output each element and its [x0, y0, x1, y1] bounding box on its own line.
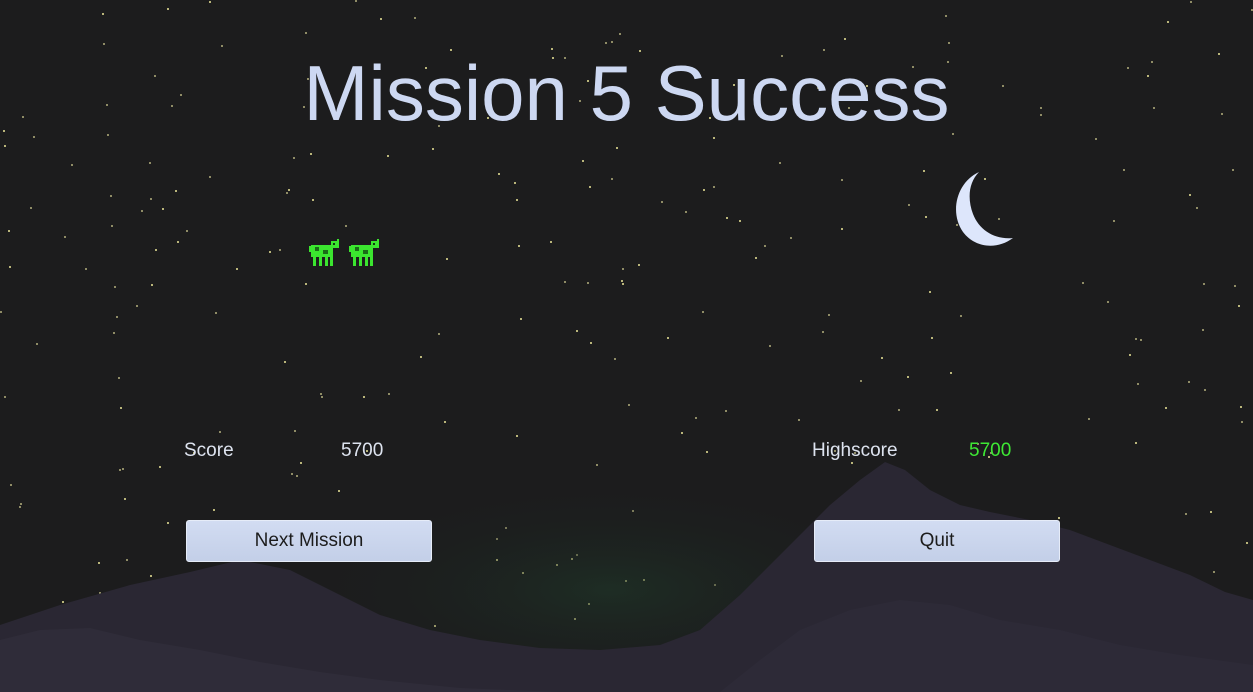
score-label: Score: [184, 440, 234, 461]
score-value: 5700: [341, 440, 384, 461]
mission-title: Mission 5 Success: [303, 49, 950, 137]
cow-icon: [309, 239, 339, 266]
game-screen: Mission 5 Success Score 5700 Highscore 5…: [0, 0, 1253, 692]
quit-button[interactable]: Quit: [814, 520, 1060, 562]
highscore-label: Highscore: [812, 440, 898, 461]
cow-icon: [349, 239, 379, 266]
next-mission-button[interactable]: Next Mission: [186, 520, 432, 562]
highscore-value: 5700: [969, 440, 1012, 461]
moon-icon: [956, 172, 1013, 246]
